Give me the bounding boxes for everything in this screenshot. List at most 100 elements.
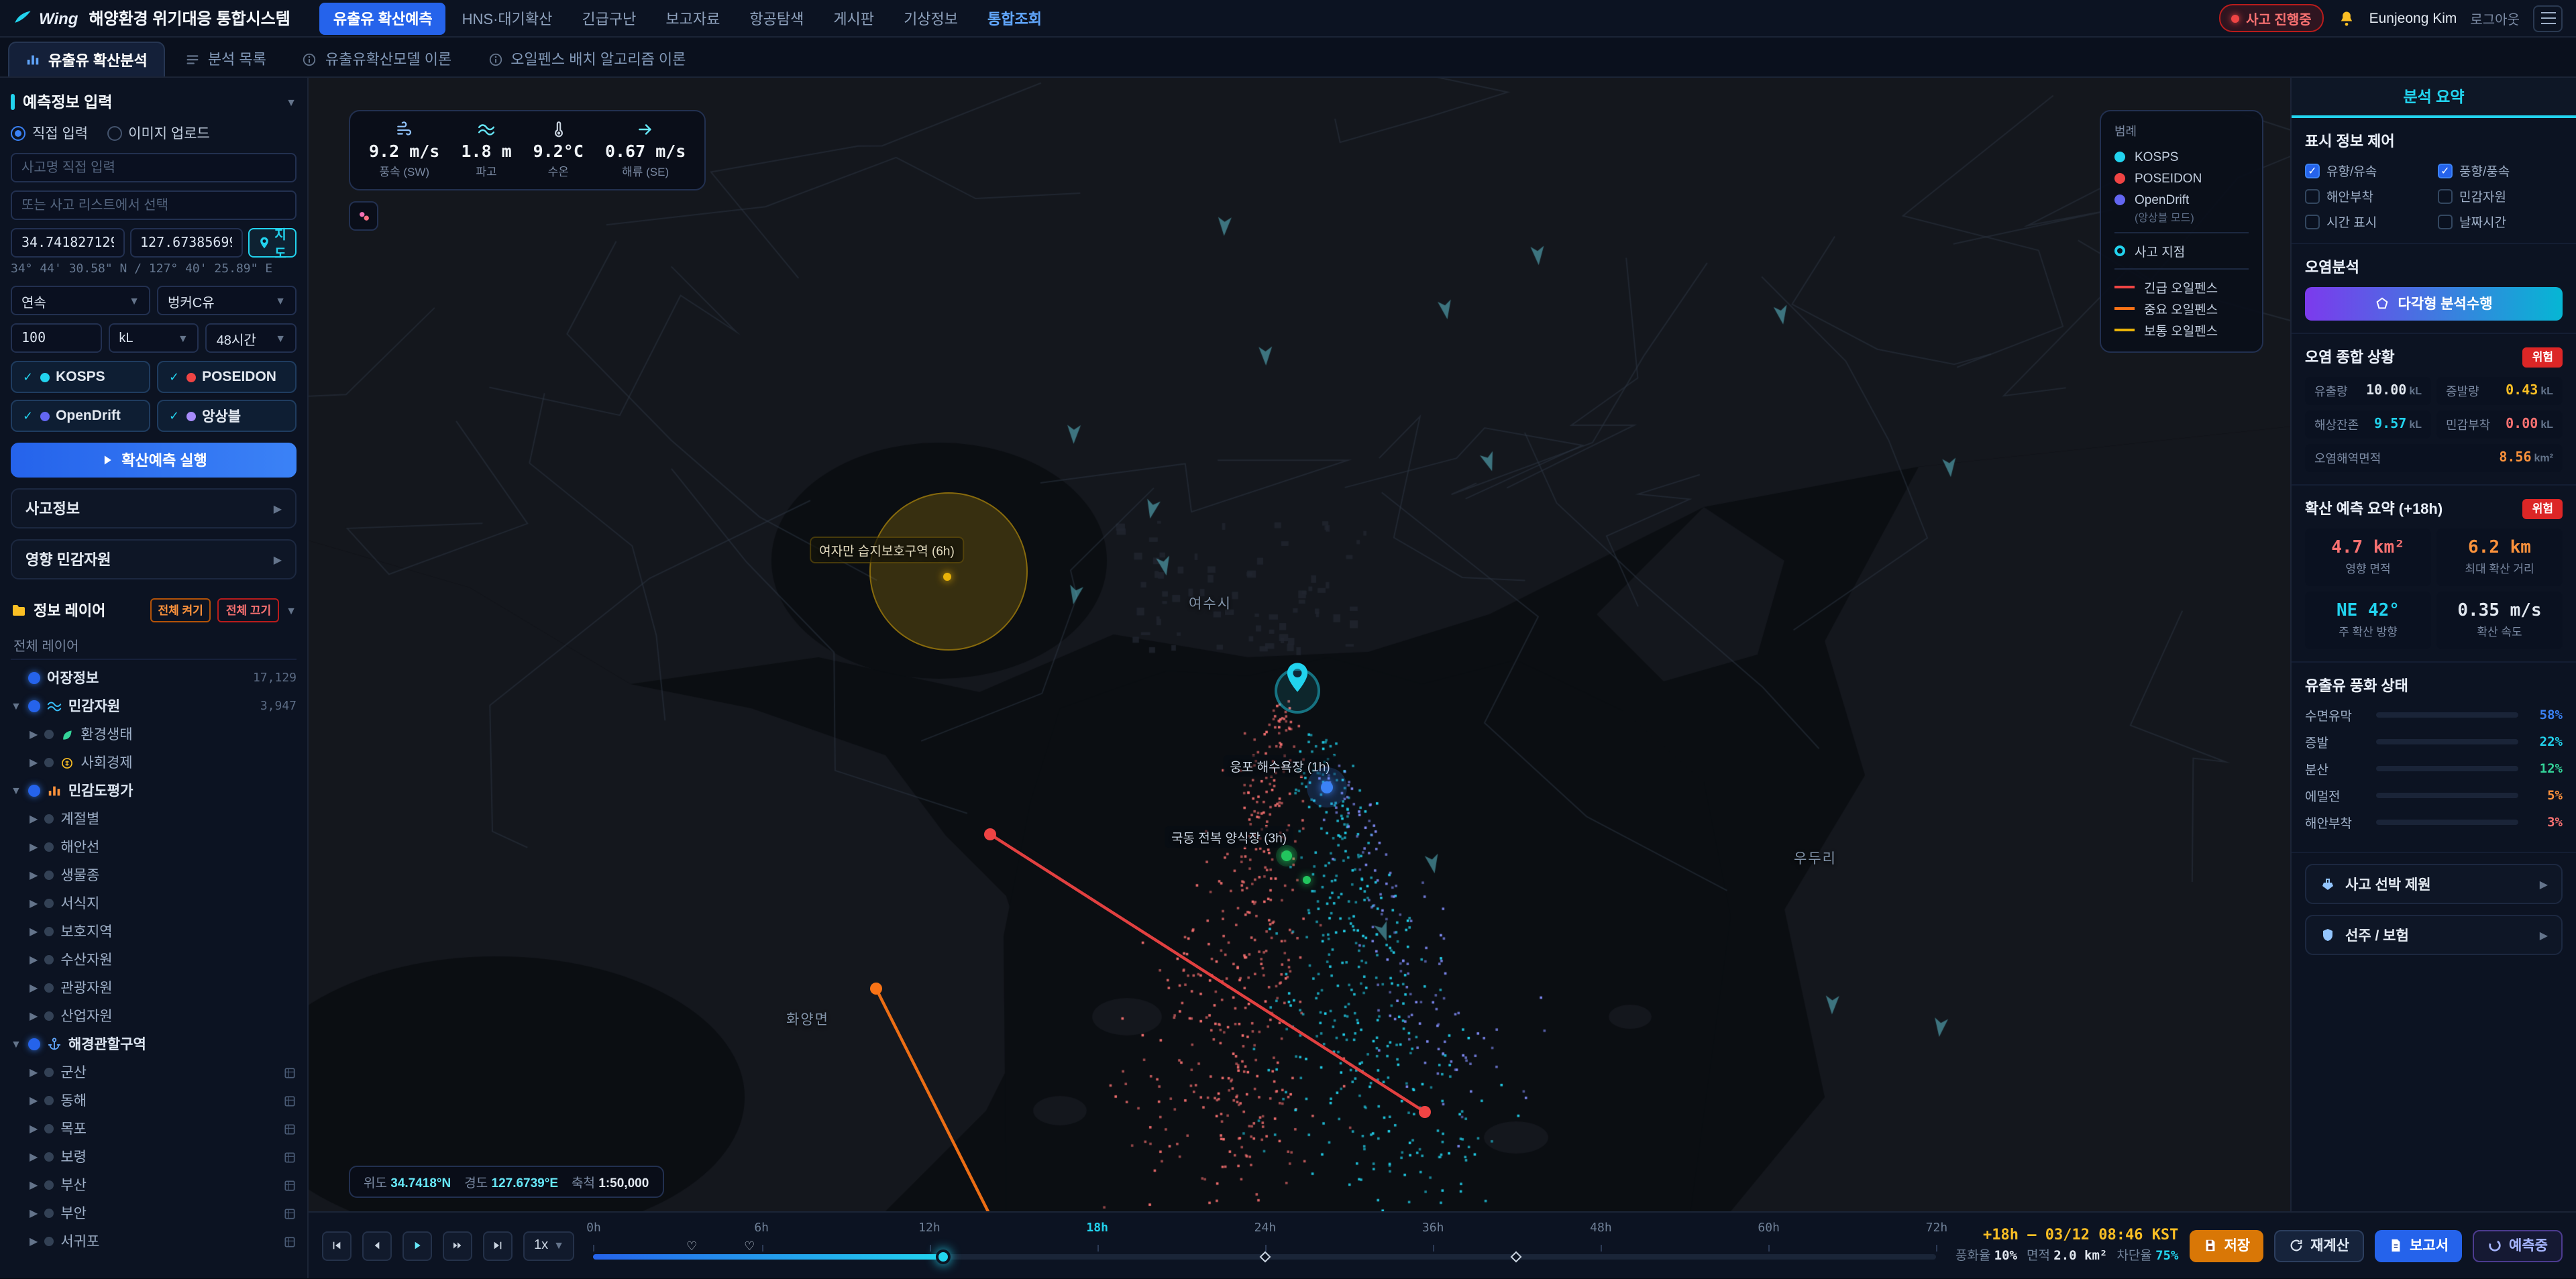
incident-list-input[interactable] (11, 190, 297, 220)
layer-row-목포[interactable]: ▶ 목포 (11, 1115, 297, 1143)
tab-오일펜스 배치 알고리즘 이론[interactable]: 오일펜스 배치 알고리즘 이론 (472, 42, 702, 76)
layer-row-환경생태[interactable]: ▶ 환경생태 (11, 720, 297, 748)
fast-forward-button[interactable] (443, 1231, 472, 1260)
nav-item-기상정보[interactable]: 기상정보 (890, 2, 971, 34)
layers-all-on-button[interactable]: 전체 켜기 (150, 598, 211, 622)
impact-resources-section[interactable]: 영향 민감자원 ▶ (11, 539, 297, 579)
logout-button[interactable]: 로그아웃 (2470, 8, 2520, 28)
incident-name-input[interactable] (11, 153, 297, 182)
incident-pin[interactable] (1275, 660, 1320, 714)
display-option-풍향/풍속[interactable]: ✓ 풍향/풍속 (2438, 161, 2563, 180)
accident-info-section[interactable]: 사고정보 ▶ (11, 488, 297, 529)
polygon-analysis-button[interactable]: 다각형 분석수행 (2305, 287, 2563, 321)
duration-select[interactable]: 48시간 ▼ (205, 323, 297, 353)
predict-status-button[interactable]: 예측중 (2473, 1229, 2563, 1262)
layer-toggle[interactable] (44, 814, 54, 824)
run-prediction-button[interactable]: 확산예측 실행 (11, 443, 297, 478)
layer-row-보호지역[interactable]: ▶ 보호지역 (11, 917, 297, 946)
nav-item-통합조회[interactable]: 통합조회 (974, 2, 1055, 34)
layer-row-사회경제[interactable]: ▶ 사회경제 (11, 748, 297, 777)
layer-toggle[interactable] (44, 1096, 54, 1105)
prediction-input-header[interactable]: 예측정보 입력 ▼ (11, 91, 297, 113)
save-button[interactable]: 저장 (2189, 1229, 2264, 1262)
layer-row-동해[interactable]: ▶ 동해 (11, 1087, 297, 1115)
layer-toggle[interactable] (44, 1011, 54, 1021)
region-map-icon[interactable] (283, 1207, 297, 1220)
layer-toggle[interactable] (28, 1038, 40, 1050)
nav-item-긴급구난[interactable]: 긴급구난 (568, 2, 649, 34)
tab-분석 목록[interactable]: 분석 목록 (169, 42, 282, 76)
layer-toggle[interactable] (44, 758, 54, 767)
timeline-event-marker[interactable] (1510, 1251, 1522, 1263)
poi-marker[interactable] (1281, 850, 1292, 861)
longitude-input[interactable] (129, 228, 243, 258)
layer-row-보령[interactable]: ▶ 보령 (11, 1143, 297, 1171)
timeline-bookmark-icon[interactable]: ♡ (744, 1239, 755, 1254)
layer-toggle[interactable] (44, 871, 54, 880)
layer-toggle[interactable] (28, 700, 40, 712)
radio-direct-input[interactable]: 직접 입력 (11, 123, 88, 144)
layer-toggle[interactable] (44, 899, 54, 908)
play-button[interactable] (402, 1231, 432, 1260)
layer-row-생물종[interactable]: ▶ 생물종 (11, 861, 297, 889)
master-layer-row[interactable]: 전체 레이어 (11, 630, 297, 660)
tab-유출유확산모델 이론[interactable]: 유출유확산모델 이론 (286, 42, 468, 76)
layer-row-수산자원[interactable]: ▶ 수산자원 (11, 946, 297, 974)
recalculate-button[interactable]: 재계산 (2274, 1229, 2365, 1262)
layer-toggle[interactable] (44, 842, 54, 852)
latitude-input[interactable] (11, 228, 124, 258)
nav-item-게시판[interactable]: 게시판 (820, 2, 888, 34)
layer-toggle[interactable] (28, 672, 40, 684)
layer-row-서귀포[interactable]: ▶ 서귀포 (11, 1227, 297, 1256)
model-chip-앙상블[interactable]: ✓ 앙상블 (157, 400, 297, 432)
layer-row-부산[interactable]: ▶ 부산 (11, 1171, 297, 1199)
layer-toggle[interactable] (44, 1068, 54, 1077)
radio-image-upload[interactable]: 이미지 업로드 (107, 123, 210, 144)
owner-insurance-section[interactable]: 선주 / 보험 ▶ (2305, 915, 2563, 955)
model-chip-KOSPS[interactable]: ✓ KOSPS (11, 361, 150, 393)
region-map-icon[interactable] (283, 1094, 297, 1107)
layer-toggle[interactable] (28, 785, 40, 797)
layer-toggle[interactable] (44, 1237, 54, 1246)
amount-input[interactable] (11, 323, 102, 353)
timeline-event-marker[interactable] (1259, 1251, 1271, 1263)
layer-row-군산[interactable]: ▶ 군산 (11, 1058, 297, 1087)
model-chip-POSEIDON[interactable]: ✓ POSEIDON (157, 361, 297, 393)
layer-toggle[interactable] (44, 730, 54, 739)
layer-toggle[interactable] (44, 927, 54, 936)
step-back-button[interactable] (362, 1231, 392, 1260)
layer-row-해안선[interactable]: ▶ 해안선 (11, 833, 297, 861)
layer-row-관광자원[interactable]: ▶ 관광자원 (11, 974, 297, 1002)
layer-toggle[interactable] (44, 1152, 54, 1162)
nav-item-보고자료[interactable]: 보고자료 (652, 2, 733, 34)
notification-bell-icon[interactable] (2337, 9, 2356, 27)
layers-all-off-button[interactable]: 전체 끄기 (217, 598, 280, 622)
region-map-icon[interactable] (283, 1235, 297, 1248)
summary-tab-header[interactable]: 분석 요약 (2292, 78, 2576, 118)
timeline-track[interactable]: 0h 6h 12h 18h 24h 36h 48h 60h 72h ♡ ♡ (586, 1213, 1947, 1278)
poi-marker[interactable] (943, 573, 951, 581)
model-chip-OpenDrift[interactable]: ✓ OpenDrift (11, 400, 150, 432)
layer-row-해경관할구역[interactable]: ▼ 해경관할구역 (11, 1030, 297, 1058)
hamburger-menu-icon[interactable] (2533, 5, 2563, 32)
timeline-bookmark-icon[interactable]: ♡ (686, 1239, 697, 1254)
timeline-handle[interactable] (935, 1249, 951, 1264)
display-option-시간 표시[interactable]: 시간 표시 (2305, 212, 2430, 231)
ship-spec-section[interactable]: 사고 선박 제원 ▶ (2305, 864, 2563, 904)
poi-marker[interactable] (1321, 781, 1333, 793)
layer-toggle[interactable] (44, 1124, 54, 1133)
display-option-해안부착[interactable]: 해안부착 (2305, 186, 2430, 205)
pick-on-map-button[interactable]: 지도 (248, 228, 297, 262)
region-map-icon[interactable] (283, 1066, 297, 1079)
poi-marker[interactable] (1303, 876, 1311, 884)
layer-toggle[interactable] (44, 955, 54, 964)
skip-end-button[interactable] (483, 1231, 513, 1260)
map-canvas[interactable]: 여자만 습지보호구역 (6h) 여수시 웅포 해수욕장 (1h) 국동 전복 양식장 … (309, 78, 2290, 1211)
nav-item-항공탐색[interactable]: 항공탐색 (736, 2, 817, 34)
region-map-icon[interactable] (283, 1150, 297, 1164)
layer-row-어장정보[interactable]: 어장정보 17,129 (11, 664, 297, 692)
nav-item-유출유 확산예측[interactable]: 유출유 확산예측 (319, 2, 446, 34)
layer-row-민감도평가[interactable]: ▼ 민감도평가 (11, 777, 297, 805)
nav-item-HNS·대기확산[interactable]: HNS·대기확산 (449, 2, 566, 34)
layer-row-계절별[interactable]: ▶ 계절별 (11, 805, 297, 833)
